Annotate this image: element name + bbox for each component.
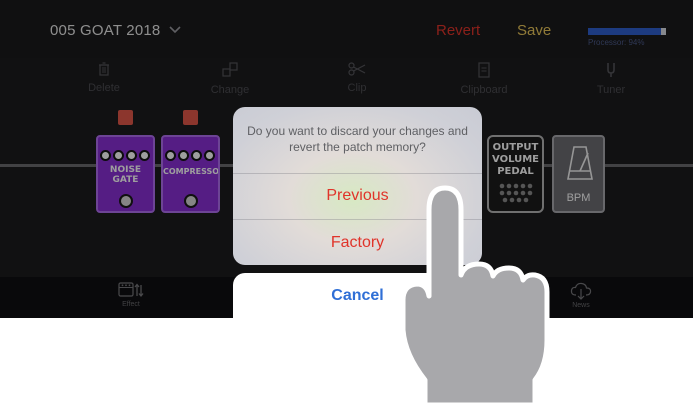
- action-sheet-message: Do you want to discard your changes and …: [247, 124, 468, 154]
- pointing-hand-icon: [400, 185, 550, 405]
